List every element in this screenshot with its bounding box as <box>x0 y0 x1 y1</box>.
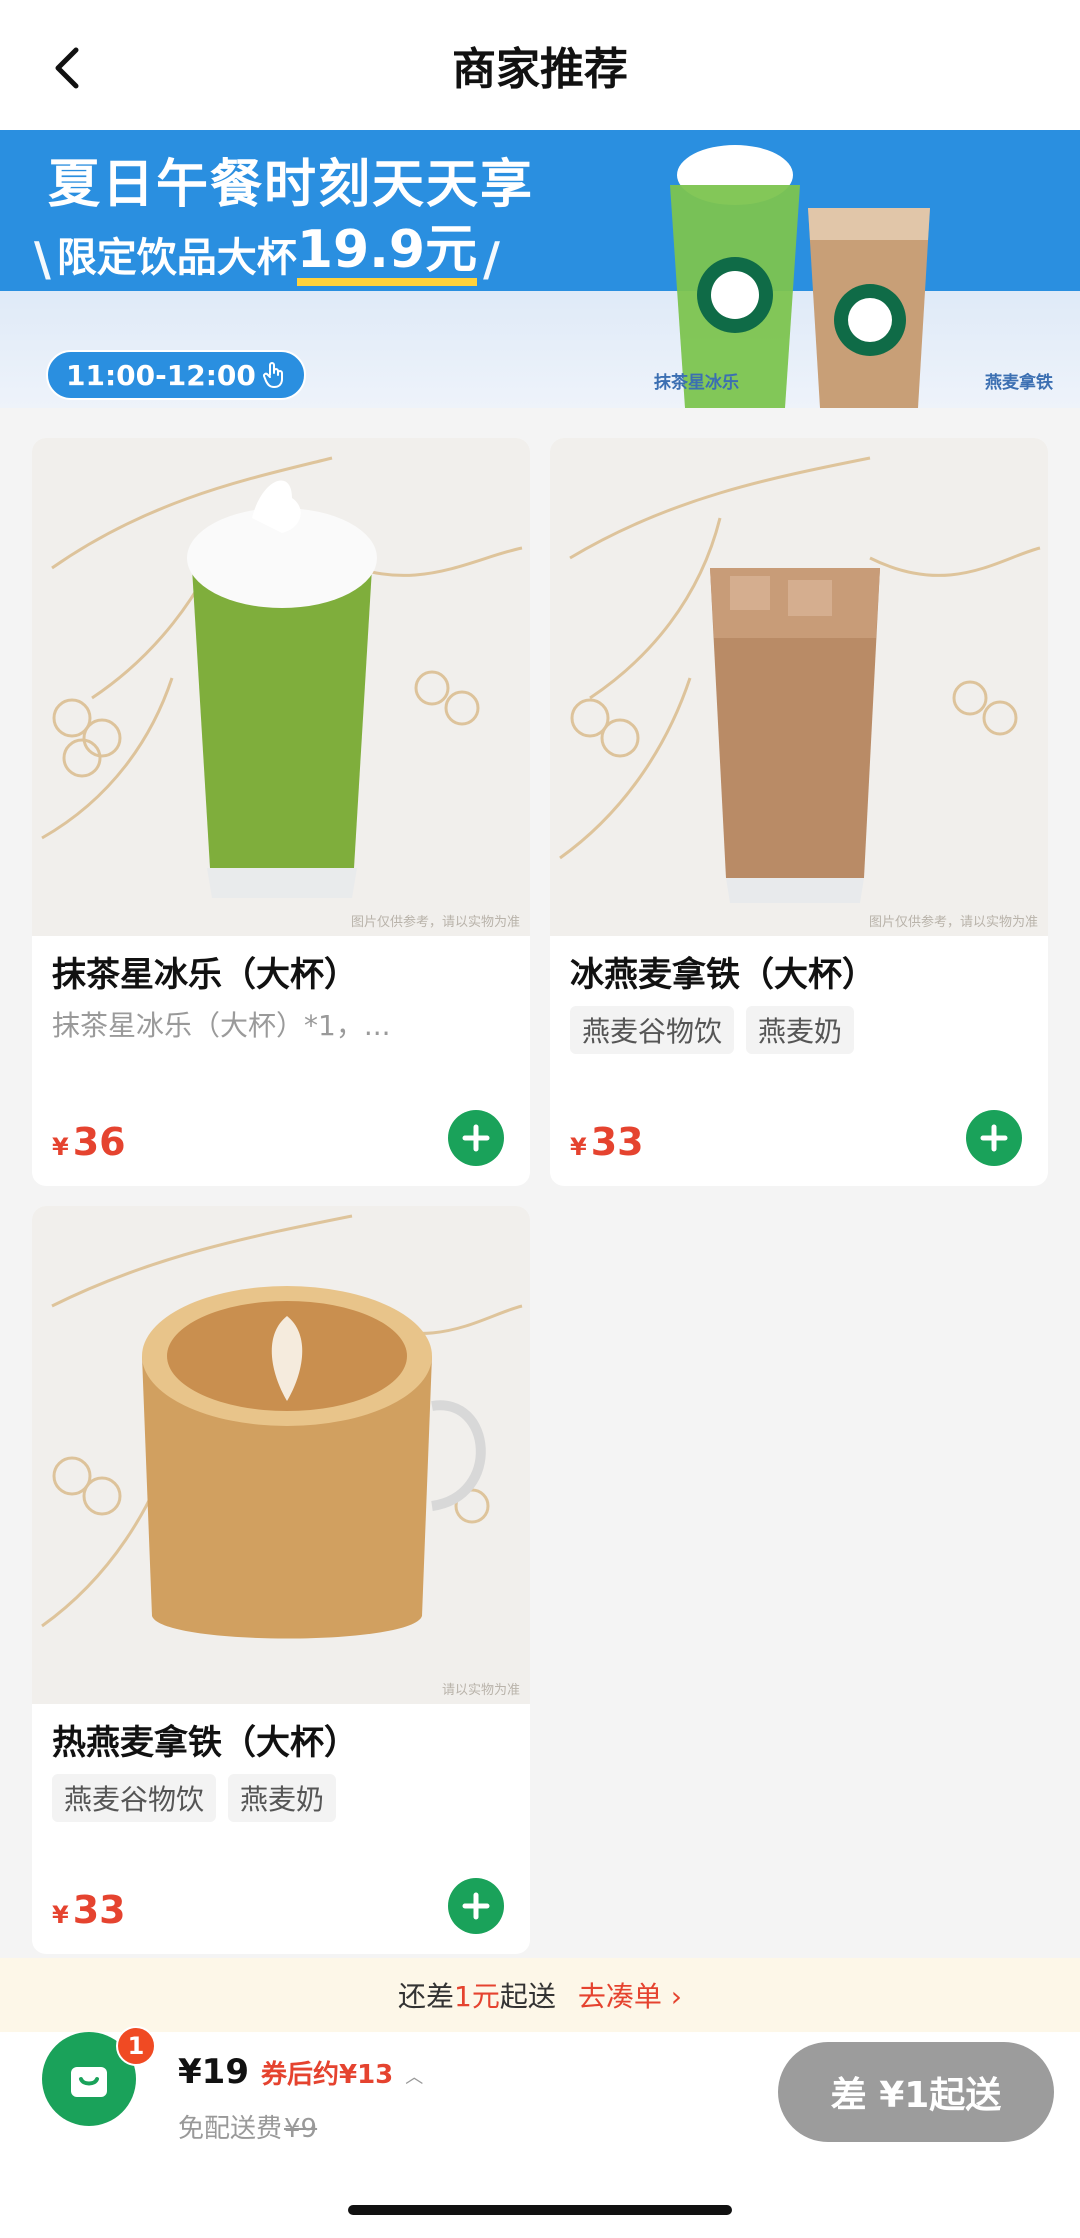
shopping-bag-icon <box>71 2067 107 2097</box>
product-tag: 燕麦奶 <box>228 1774 337 1822</box>
decor-slash: \ <box>34 232 51 286</box>
fee-label: 免配送费 <box>178 2114 283 2144</box>
fee-original: ¥9 <box>284 2114 318 2144</box>
min-order-notice: 还差 1元 起送 去凑单 › <box>0 1958 1080 2032</box>
product-tags: 燕麦谷物饮 燕麦奶 <box>52 1774 510 1822</box>
notice-post: 起送 <box>499 1980 556 2013</box>
top-nav: 商家推荐 <box>0 0 1080 130</box>
promo-price: 19.9元 <box>296 222 478 286</box>
product-tags: 燕麦谷物饮 燕麦奶 <box>570 1006 1028 1054</box>
banner-drinks-image: 抹茶星冰乐 燕麦拿铁 <box>630 130 1080 408</box>
image-disclaimer: 图片仅供参考，请以实物为准 <box>350 915 520 930</box>
add-more-link[interactable]: 去凑单 › <box>578 1975 682 2015</box>
cart-total-amount: ¥19 <box>178 2052 249 2092</box>
image-disclaimer: 图片仅供参考，请以实物为准 <box>868 915 1038 930</box>
chevron-left-icon <box>55 47 79 89</box>
product-tag: 燕麦谷物饮 <box>570 1006 735 1054</box>
promo-text: 限定饮品大杯 <box>56 235 297 281</box>
page-title: 商家推荐 <box>452 44 628 95</box>
product-card[interactable]: 图片仅供参考，请以实物为准 抹茶星冰乐（大杯） 抹茶星冰乐（大杯）*1，... … <box>32 438 530 1186</box>
product-price: ¥ 36 <box>52 1120 126 1164</box>
plus-icon <box>980 1124 1008 1152</box>
time-pill: 11:00-12:00 <box>46 350 306 400</box>
product-card[interactable]: 请以实物为准 热燕麦拿铁（大杯） 燕麦谷物饮 燕麦奶 ¥ 33 <box>32 1206 530 1954</box>
add-to-cart-button[interactable] <box>448 1110 504 1166</box>
banner-caption-left: 抹茶星冰乐 <box>654 373 739 393</box>
product-tag: 燕麦谷物饮 <box>52 1774 217 1822</box>
price-value: 33 <box>590 1120 644 1164</box>
chevron-up-icon: ︿ <box>405 2067 424 2088</box>
plus-icon <box>462 1892 490 1920</box>
product-name: 热燕麦拿铁（大杯） <box>52 1723 358 1763</box>
promo-banner[interactable]: 夏日午餐时刻天天享 \ 限定饮品大杯 19.9元 / 11:00-12:00 抹… <box>0 130 1080 408</box>
cart-total[interactable]: ¥19 券后约¥13 ︿ <box>178 2052 423 2092</box>
currency-symbol: ¥ <box>52 1901 69 1929</box>
back-button[interactable] <box>40 40 96 96</box>
price-value: 33 <box>72 1888 126 1932</box>
image-disclaimer: 请以实物为准 <box>441 1683 520 1698</box>
product-image-iced-oat-latte: 图片仅供参考，请以实物为准 <box>550 438 1048 936</box>
time-text: 11:00-12:00 <box>66 358 256 392</box>
product-name: 抹茶星冰乐（大杯） <box>52 955 358 995</box>
add-to-cart-button[interactable] <box>966 1110 1022 1166</box>
product-price: ¥ 33 <box>52 1888 126 1932</box>
product-card[interactable]: 图片仅供参考，请以实物为准 冰燕麦拿铁（大杯） 燕麦谷物饮 燕麦奶 ¥ 33 <box>550 438 1048 1186</box>
price-value: 36 <box>72 1120 126 1164</box>
product-price: ¥ 33 <box>570 1120 644 1164</box>
product-tag: 燕麦奶 <box>746 1006 855 1054</box>
product-subtitle: 抹茶星冰乐（大杯）*1，... <box>52 1009 391 1042</box>
product-name: 冰燕麦拿铁（大杯） <box>570 955 876 995</box>
currency-symbol: ¥ <box>52 1133 69 1161</box>
add-to-cart-button[interactable] <box>448 1878 504 1934</box>
banner-caption-right: 燕麦拿铁 <box>985 373 1053 393</box>
home-indicator <box>348 2205 732 2215</box>
notice-amount: 1元 <box>454 1980 500 2013</box>
banner-promo: \ 限定饮品大杯 19.9元 / <box>28 222 506 286</box>
product-image-hot-oat-latte: 请以实物为准 <box>32 1206 530 1704</box>
hand-pointer-icon <box>262 362 283 388</box>
plus-icon <box>462 1124 490 1152</box>
currency-symbol: ¥ <box>570 1133 587 1161</box>
banner-headline: 夏日午餐时刻天天享 <box>48 155 535 215</box>
decor-slash: / <box>483 232 500 286</box>
cart-count-badge: 1 <box>116 2026 156 2066</box>
after-coupon-price: 券后约¥13 <box>260 2060 394 2090</box>
product-image-matcha: 图片仅供参考，请以实物为准 <box>32 438 530 936</box>
notice-pre: 还差 <box>398 1980 455 2013</box>
delivery-fee: 免配送费¥9 <box>178 2108 317 2145</box>
checkout-button[interactable]: 差 ¥1起送 <box>778 2042 1054 2142</box>
